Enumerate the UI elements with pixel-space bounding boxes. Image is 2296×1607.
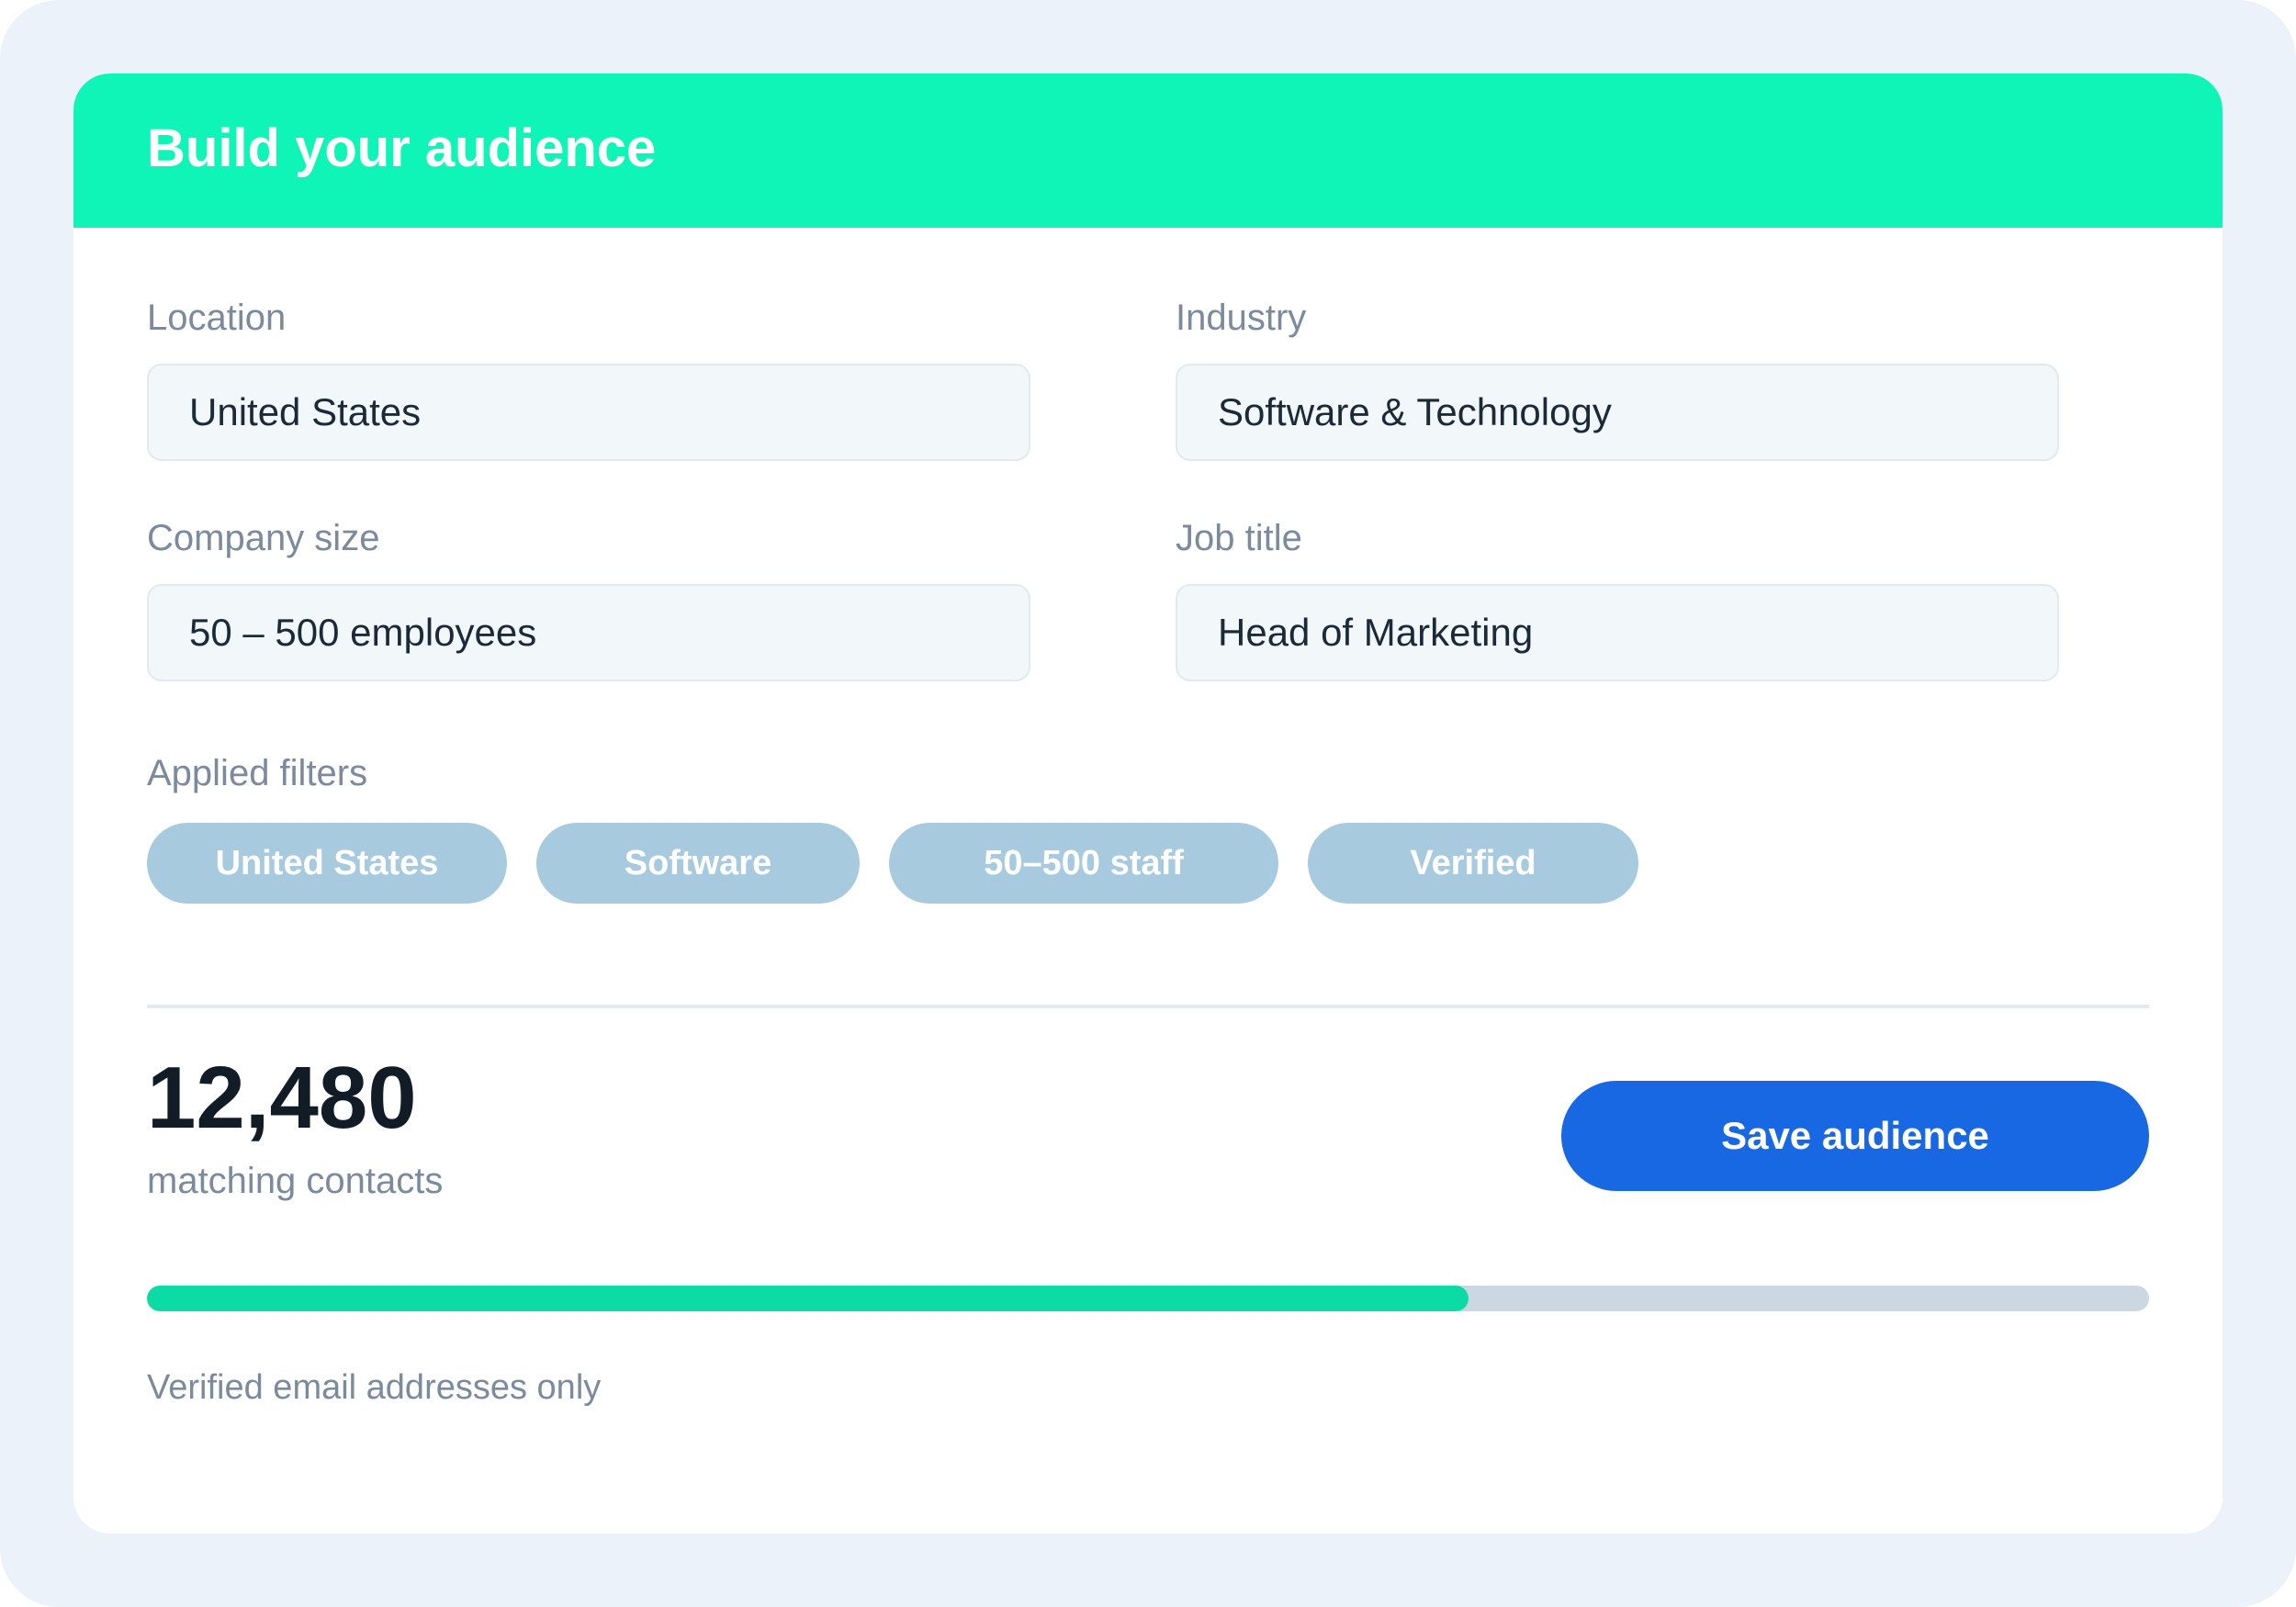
location-field[interactable] (147, 364, 1030, 461)
save-audience-button[interactable]: Save audience (1561, 1081, 2149, 1191)
card-title: Build your audience (147, 118, 657, 178)
card-header: Build your audience (73, 73, 2223, 228)
verification-progress-fill (147, 1286, 1469, 1311)
company-size-field[interactable] (147, 584, 1030, 681)
location-label: Location (147, 298, 287, 338)
filter-chip-industry[interactable]: Software (536, 823, 860, 904)
section-divider (147, 1005, 2149, 1008)
filter-chip-location[interactable]: United States (147, 823, 507, 904)
app-frame: Build your audience Location Industry Co… (0, 0, 2296, 1607)
matching-contacts-caption: matching contacts (147, 1161, 444, 1201)
industry-field[interactable] (1176, 364, 2059, 461)
matching-contacts-count: 12,480 (147, 1049, 417, 1147)
verification-progress-bar (147, 1286, 2149, 1311)
applied-filters-label: Applied filters (147, 753, 368, 793)
industry-label: Industry (1176, 298, 1307, 338)
filter-chip-company-size[interactable]: 50–500 staff (889, 823, 1278, 904)
filter-chip-verified[interactable]: Verified (1308, 823, 1638, 904)
audience-builder-card: Build your audience Location Industry Co… (73, 73, 2223, 1534)
company-size-label: Company size (147, 518, 380, 558)
verified-note: Verified email addresses only (147, 1368, 602, 1407)
job-title-field[interactable] (1176, 584, 2059, 681)
job-title-label: Job title (1176, 518, 1302, 558)
